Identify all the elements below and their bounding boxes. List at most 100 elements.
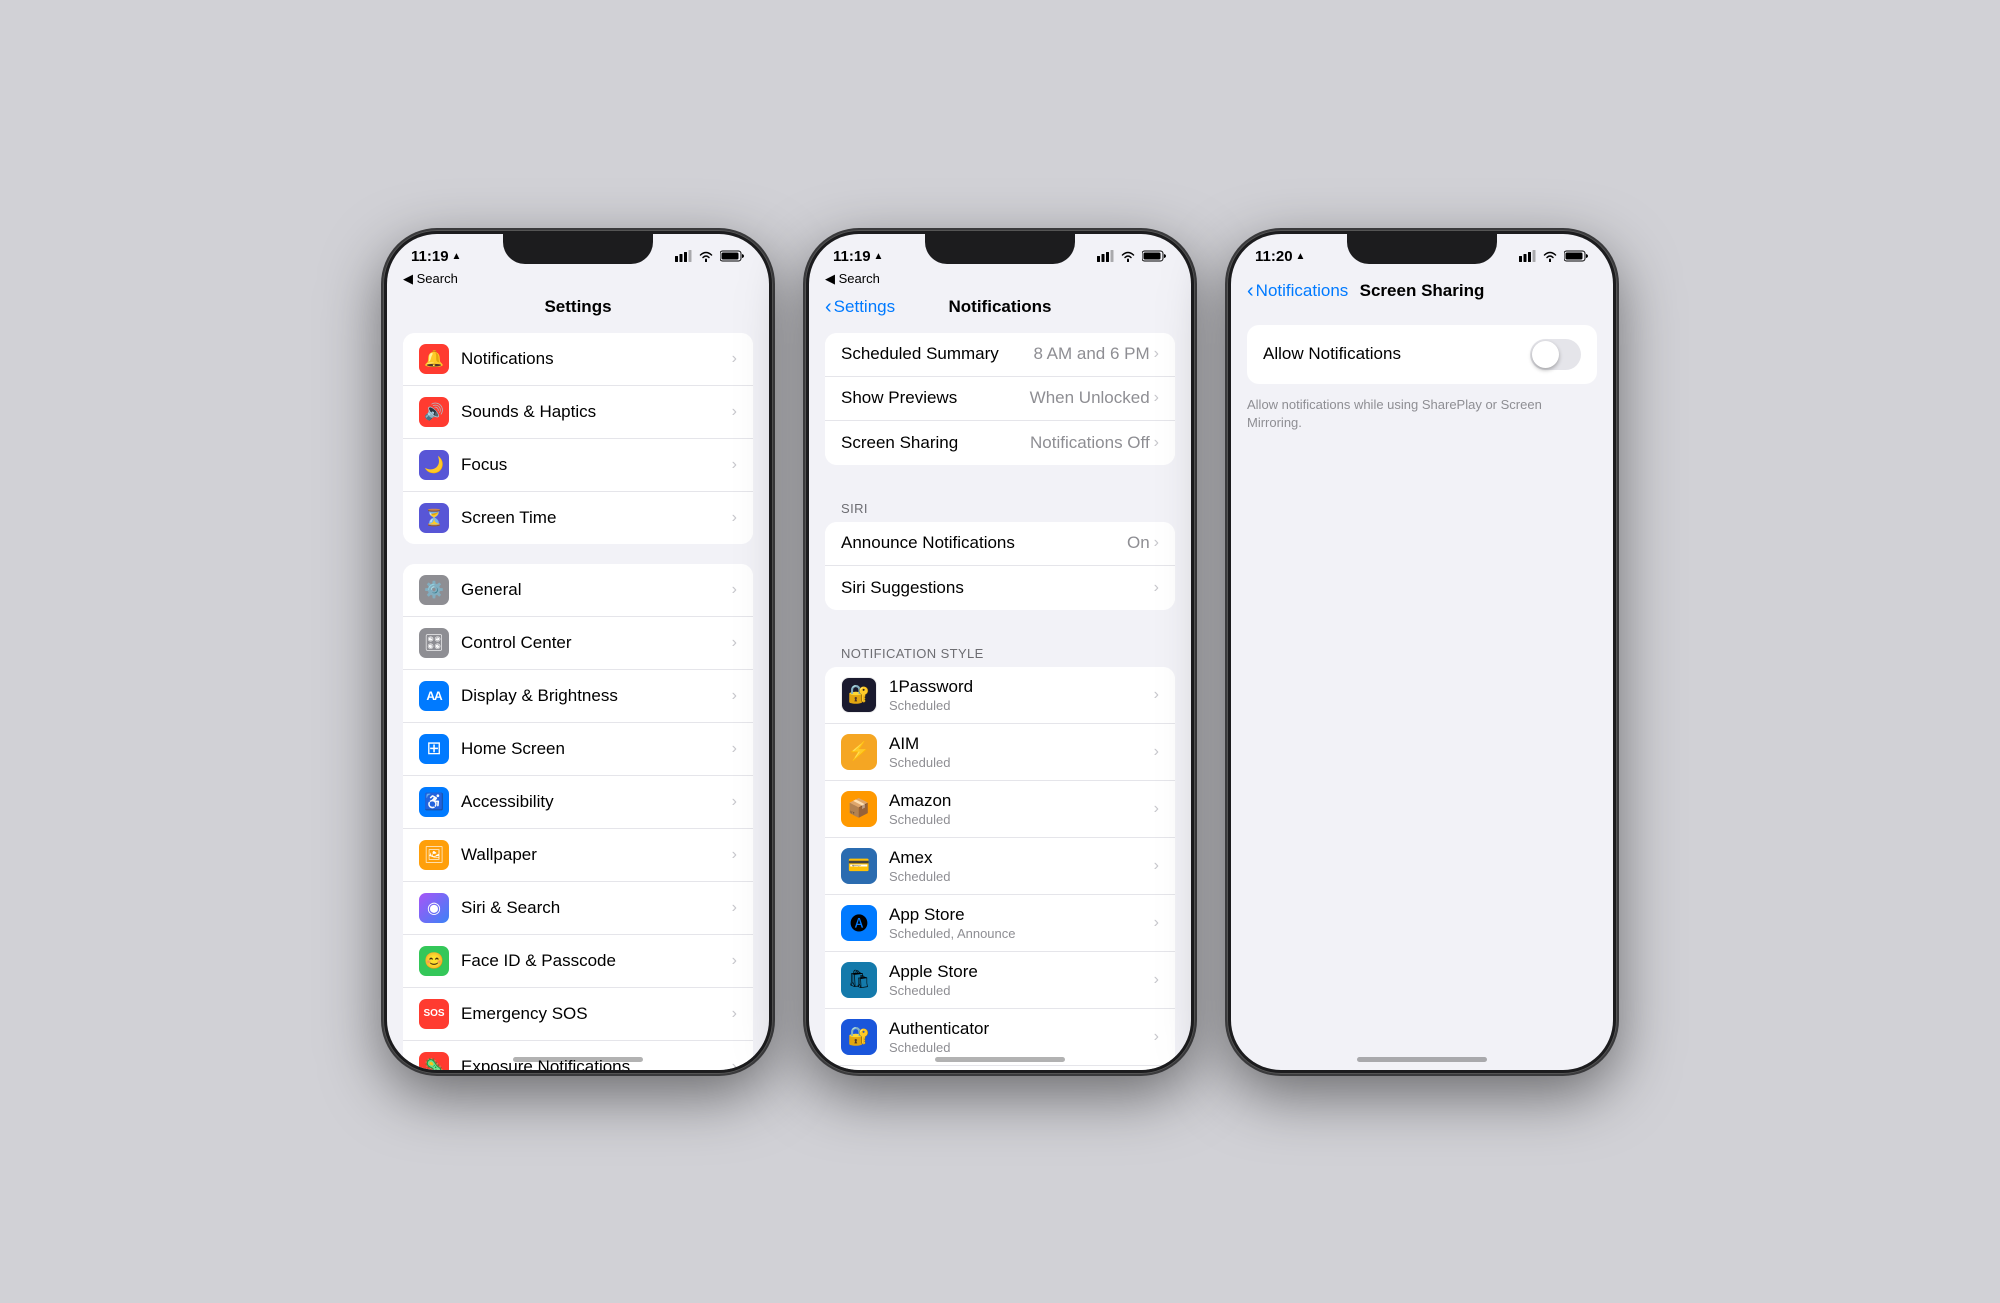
emergency-icon: SOS (419, 999, 449, 1029)
scheduled-summary-item[interactable]: Scheduled Summary 8 AM and 6 PM › (825, 333, 1175, 377)
amex-icon: 💳 (841, 848, 877, 884)
screen-sharing-item[interactable]: Screen Sharing Notifications Off › (825, 421, 1175, 465)
nav-back-label: Settings (834, 297, 895, 317)
scheduled-summary-label: Scheduled Summary (841, 344, 1033, 364)
chevron-icon: › (732, 403, 737, 421)
settings-item-home-screen[interactable]: ⊞ Home Screen › (403, 723, 753, 776)
chevron-icon: › (1154, 800, 1159, 818)
app-authy[interactable]: 🔴 Authy Scheduled › (825, 1066, 1175, 1070)
settings-item-emergency[interactable]: SOS Emergency SOS › (403, 988, 753, 1041)
location-icon: ▲ (1296, 251, 1306, 262)
home-bar (935, 1057, 1065, 1062)
announce-notifications-item[interactable]: Announce Notifications On › (825, 522, 1175, 566)
app-amex[interactable]: 💳 Amex Scheduled › (825, 838, 1175, 895)
accessibility-label: Accessibility (461, 792, 732, 812)
emergency-label: Emergency SOS (461, 1004, 732, 1024)
settings-item-wallpaper[interactable]: 🖼 Wallpaper › (403, 829, 753, 882)
siri-suggestions-label: Siri Suggestions (841, 578, 1154, 598)
settings-section-1: 🔔 Notifications › 🔊 Sounds & Haptics › 🌙… (403, 333, 753, 544)
faceid-label: Face ID & Passcode (461, 951, 732, 971)
sounds-label: Sounds & Haptics (461, 402, 732, 422)
settings-item-screentime[interactable]: ⏳ Screen Time › (403, 492, 753, 544)
home-screen-label: Home Screen (461, 739, 732, 759)
chevron-icon: › (1154, 686, 1159, 704)
app-apple-store[interactable]: 🛍 Apple Store Scheduled › (825, 952, 1175, 1009)
iphone-screen-sharing: 11:20 ▲ ‹ Notifications Screen Sharing (1227, 230, 1617, 1074)
settings-item-focus[interactable]: 🌙 Focus › (403, 439, 753, 492)
amex-name: Amex (889, 848, 1154, 868)
apple-store-text: Apple Store Scheduled (889, 962, 1154, 998)
display-icon: AA (419, 681, 449, 711)
apple-store-icon: 🛍 (841, 962, 877, 998)
settings-item-control-center[interactable]: 🎛 Control Center › (403, 617, 753, 670)
app-amazon[interactable]: 📦 Amazon Scheduled › (825, 781, 1175, 838)
chevron-icon: › (732, 456, 737, 474)
iphone-settings: 11:19 ▲ ◀ Search Settings (383, 230, 773, 1074)
settings-item-sounds[interactable]: 🔊 Sounds & Haptics › (403, 386, 753, 439)
screen-sharing-label: Screen Sharing (841, 433, 1030, 453)
focus-icon: 🌙 (419, 450, 449, 480)
chevron-icon: › (732, 581, 737, 599)
aim-icon: ⚡ (841, 734, 877, 770)
app-aim[interactable]: ⚡ AIM Scheduled › (825, 724, 1175, 781)
allow-notifications-row[interactable]: Allow Notifications (1247, 325, 1597, 384)
app-appstore[interactable]: 🅐 App Store Scheduled, Announce › (825, 895, 1175, 952)
chevron-icon: › (1154, 914, 1159, 932)
settings-item-exposure[interactable]: 🦠 Exposure Notifications › (403, 1041, 753, 1070)
status-time: 11:20 (1255, 248, 1293, 265)
announce-notifications-label: Announce Notifications (841, 533, 1127, 553)
notifications-top-section: Scheduled Summary 8 AM and 6 PM › Show P… (825, 333, 1175, 465)
settings-item-general[interactable]: ⚙️ General › (403, 564, 753, 617)
screentime-icon: ⏳ (419, 503, 449, 533)
page-title: Screen Sharing (1360, 281, 1485, 301)
allow-notifications-toggle[interactable] (1530, 339, 1581, 370)
notifications-content[interactable]: Scheduled Summary 8 AM and 6 PM › Show P… (809, 325, 1191, 1070)
nav-back-button[interactable]: ‹ Notifications (1247, 281, 1348, 301)
settings-item-notifications[interactable]: 🔔 Notifications › (403, 333, 753, 386)
settings-item-siri[interactable]: ◉ Siri & Search › (403, 882, 753, 935)
1password-text: 1Password Scheduled (889, 677, 1154, 713)
app-1password[interactable]: 🔐 1Password Scheduled › (825, 667, 1175, 724)
location-icon: ▲ (874, 251, 884, 262)
status-icons (675, 250, 745, 262)
notif-style-section: 🔐 1Password Scheduled › ⚡ AIM Scheduled (825, 667, 1175, 1070)
page-title: Settings (544, 297, 611, 317)
settings-list[interactable]: 🔔 Notifications › 🔊 Sounds & Haptics › 🌙… (387, 325, 769, 1070)
status-icons (1519, 250, 1589, 262)
1password-sub: Scheduled (889, 698, 1154, 713)
chevron-icon: › (1154, 579, 1159, 597)
nav-bar: ‹ Settings Notifications (809, 293, 1191, 325)
settings-item-display[interactable]: AA Display & Brightness › (403, 670, 753, 723)
siri-label: Siri & Search (461, 898, 732, 918)
chevron-icon: › (732, 350, 737, 368)
chevron-icon: › (1154, 971, 1159, 989)
search-back-area: ◀ Search (809, 269, 1191, 293)
siri-section-header: SIRI (809, 485, 1191, 522)
display-label: Display & Brightness (461, 686, 732, 706)
battery-icon (1564, 250, 1589, 262)
home-screen-icon: ⊞ (419, 734, 449, 764)
wifi-icon (1542, 250, 1558, 262)
signal-icon (1097, 250, 1114, 262)
chevron-icon: › (1154, 434, 1159, 452)
settings-item-accessibility[interactable]: ♿ Accessibility › (403, 776, 753, 829)
aim-text: AIM Scheduled (889, 734, 1154, 770)
siri-suggestions-item[interactable]: Siri Suggestions › (825, 566, 1175, 610)
signal-icon (675, 250, 692, 262)
focus-label: Focus (461, 455, 732, 475)
chevron-icon: › (732, 740, 737, 758)
amex-text: Amex Scheduled (889, 848, 1154, 884)
nav-back-button[interactable]: ‹ Settings (825, 297, 895, 317)
home-bar (1357, 1057, 1487, 1062)
authenticator-text: Authenticator Scheduled (889, 1019, 1154, 1055)
announce-notifications-value: On (1127, 533, 1150, 553)
chevron-icon: › (732, 793, 737, 811)
notifications-icon: 🔔 (419, 344, 449, 374)
chevron-icon: › (732, 846, 737, 864)
nav-bar: ‹ Notifications Screen Sharing (1231, 277, 1613, 309)
allow-notifications-label: Allow Notifications (1263, 344, 1401, 364)
show-previews-item[interactable]: Show Previews When Unlocked › (825, 377, 1175, 421)
exposure-icon: 🦠 (419, 1052, 449, 1070)
amex-sub: Scheduled (889, 869, 1154, 884)
settings-item-faceid[interactable]: 😊 Face ID & Passcode › (403, 935, 753, 988)
